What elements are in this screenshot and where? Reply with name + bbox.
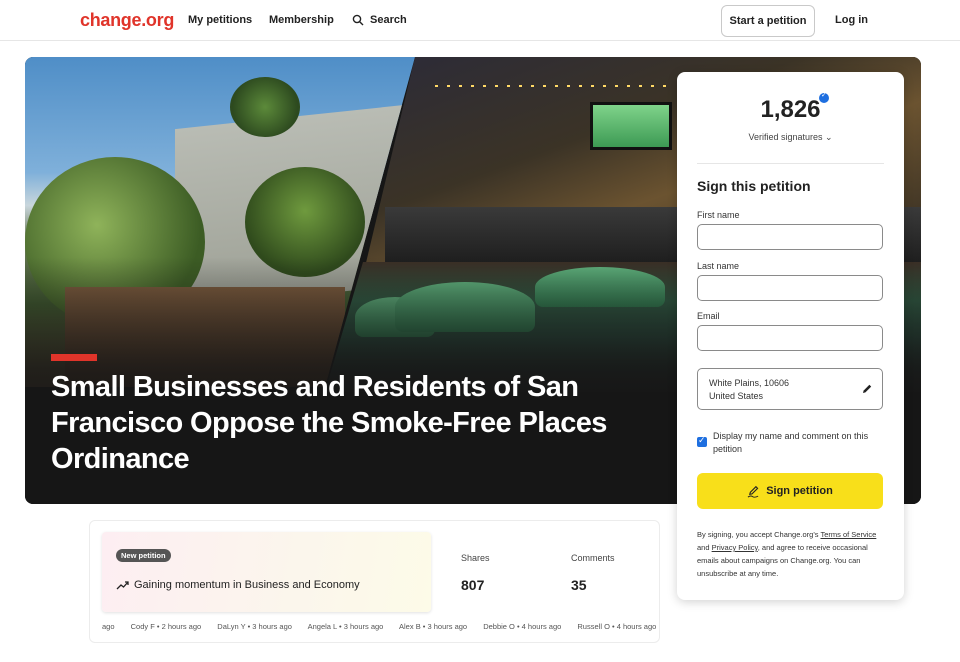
signer-item: ago (102, 622, 115, 631)
petition-stats-panel: New petition Gaining momentum in Busines… (89, 520, 660, 643)
pencil-icon[interactable] (861, 383, 873, 395)
chevron-down-icon: ⌄ (825, 132, 833, 142)
petition-title: Small Businesses and Residents of San Fr… (51, 371, 607, 475)
search-label: Search (370, 14, 407, 26)
momentum-text: Gaining momentum in Business and Economy (134, 579, 360, 591)
last-name-label: Last name (697, 261, 740, 271)
terms-of-service-link[interactable]: Terms of Service (820, 530, 876, 539)
shares-value: 807 (461, 577, 485, 593)
signature-count: 1,826 (760, 96, 821, 123)
location-city: White Plains, 10606 (709, 378, 790, 388)
login-link[interactable]: Log in (835, 14, 868, 26)
new-petition-badge: New petition (116, 549, 171, 562)
signer-item: Cody F • 2 hours ago (130, 622, 202, 631)
nav-my-petitions[interactable]: My petitions (188, 14, 252, 26)
email-field[interactable] (697, 325, 883, 351)
signer-item: Alex B • 3 hours ago (399, 622, 468, 631)
momentum-card: New petition Gaining momentum in Busines… (102, 532, 431, 612)
photo-palm (230, 77, 300, 137)
nav-membership[interactable]: Membership (269, 14, 334, 26)
signer-item: Debbie O • 4 hours ago (483, 622, 562, 631)
sign-heading: Sign this petition (697, 178, 811, 194)
terms-prefix: By signing, you accept Change.org's (697, 530, 821, 539)
start-petition-button[interactable]: Start a petition (721, 5, 815, 37)
verified-signatures-label: Verified signatures (748, 132, 823, 142)
signer-item: Russell O • 4 hours ago (577, 622, 657, 631)
signer-item: Angela L • 3 hours ago (307, 622, 384, 631)
comments-value: 35 (571, 577, 587, 593)
change-org-logo[interactable]: change.org (80, 10, 174, 31)
divider (697, 163, 884, 164)
photo-tv (590, 102, 672, 150)
location-country: United States (709, 391, 764, 401)
sign-petition-button[interactable]: Sign petition (697, 473, 883, 509)
display-name-checkbox-label: Display my name and comment on this peti… (713, 431, 869, 454)
photo-string-lights (435, 85, 675, 87)
nav-search[interactable]: Search (352, 14, 407, 26)
search-icon (352, 14, 364, 26)
verified-signatures-toggle[interactable]: Verified signatures ⌄ (677, 132, 904, 143)
last-name-field[interactable] (697, 275, 883, 301)
email-label: Email (697, 311, 720, 321)
hero-accent-bar (51, 354, 97, 361)
first-name-label: First name (697, 210, 740, 220)
signer-item: DaLyn Y • 3 hours ago (217, 622, 292, 631)
trending-up-icon (116, 581, 129, 590)
signature-pen-icon (747, 485, 759, 498)
terms-disclaimer: By signing, you accept Change.org's Term… (697, 528, 887, 580)
comments-label: Comments (571, 553, 615, 563)
shares-label: Shares (461, 553, 490, 563)
terms-mid: and (697, 543, 712, 552)
display-name-checkbox[interactable] (697, 435, 707, 447)
location-field[interactable]: White Plains, 10606 United States (697, 368, 883, 410)
verified-check-icon (819, 91, 829, 103)
sign-petition-label: Sign petition (766, 485, 833, 497)
top-navigation-bar: change.org My petitions Membership Searc… (0, 0, 960, 41)
recent-signers-ticker: ago Cody F • 2 hours ago DaLyn Y • 3 hou… (102, 622, 670, 631)
privacy-policy-link[interactable]: Privacy Policy (712, 543, 758, 552)
sign-petition-card: 1,826 Verified signatures ⌄ Sign this pe… (677, 72, 904, 600)
first-name-field[interactable] (697, 224, 883, 250)
